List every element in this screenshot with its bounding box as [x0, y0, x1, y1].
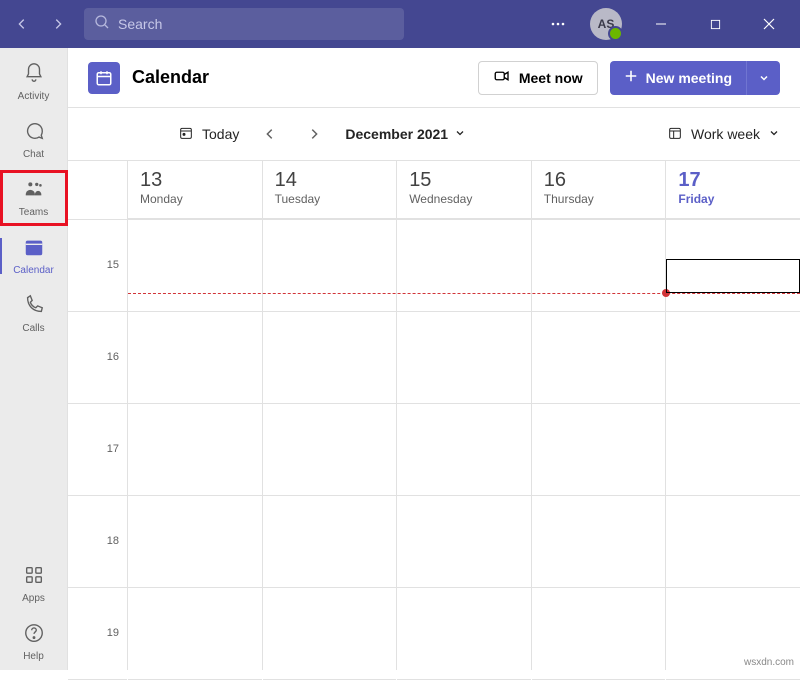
day-column[interactable]: 15Wednesday: [397, 161, 532, 670]
window-maximize-button[interactable]: [692, 0, 738, 48]
bell-icon: [23, 62, 45, 89]
calendar-toolbar: Today December 2021 Work week: [68, 108, 800, 160]
chevron-down-icon: [768, 126, 780, 142]
hour-label: 16: [107, 351, 119, 363]
current-time-indicator: [128, 293, 800, 294]
day-number: 16: [544, 169, 654, 192]
search-input[interactable]: Search: [84, 8, 404, 40]
day-column[interactable]: 13Monday: [128, 161, 263, 670]
hour-label: 15: [107, 259, 119, 271]
rail-label: Calls: [22, 323, 44, 334]
title-bar: Search AS: [0, 0, 800, 48]
chevron-down-icon: [454, 126, 466, 142]
new-meeting-split-button: New meeting: [610, 61, 780, 95]
day-header[interactable]: 14Tuesday: [263, 161, 397, 219]
day-column[interactable]: 14Tuesday: [263, 161, 398, 670]
month-picker[interactable]: December 2021: [345, 126, 466, 142]
calendar-content: Calendar Meet now New meeting Today: [68, 48, 800, 670]
day-name: Wednesday: [409, 192, 519, 206]
today-icon: [178, 125, 194, 144]
day-header[interactable]: 16Thursday: [532, 161, 666, 219]
rail-label: Teams: [19, 207, 48, 218]
search-icon: [94, 14, 110, 35]
plus-icon: [624, 69, 638, 86]
day-number: 13: [140, 169, 250, 192]
window-close-button[interactable]: [746, 0, 792, 48]
hour-label: 18: [107, 535, 119, 547]
day-header[interactable]: 15Wednesday: [397, 161, 531, 219]
prev-period-button[interactable]: [257, 121, 283, 147]
calendar-grid[interactable]: 1516171819 13Monday14Tuesday15Wednesday1…: [68, 160, 800, 670]
help-icon: [23, 622, 45, 649]
page-header: Calendar Meet now New meeting: [68, 48, 800, 108]
rail-label: Calendar: [13, 265, 54, 276]
rail-label: Activity: [18, 91, 50, 102]
meet-now-button[interactable]: Meet now: [478, 61, 598, 95]
phone-icon: [23, 294, 45, 321]
meet-now-label: Meet now: [519, 70, 583, 86]
rail-item-activity[interactable]: Activity: [0, 54, 68, 110]
view-icon: [667, 125, 683, 144]
rail-label: Help: [23, 651, 44, 662]
page-title: Calendar: [132, 67, 209, 88]
day-number: 14: [275, 169, 385, 192]
next-period-button[interactable]: [301, 121, 327, 147]
day-header[interactable]: 17Friday: [666, 161, 800, 219]
rail-item-teams[interactable]: Teams: [0, 170, 68, 226]
day-column[interactable]: 17Friday: [666, 161, 800, 670]
day-name: Friday: [678, 192, 788, 206]
avatar-initials: AS: [598, 17, 615, 31]
new-meeting-label: New meeting: [646, 70, 732, 86]
hour-label: 17: [107, 443, 119, 455]
watermark: wsxdn.com: [744, 657, 794, 668]
more-options-button[interactable]: [542, 16, 574, 32]
rail-label: Chat: [23, 149, 44, 160]
apps-icon: [23, 564, 45, 591]
view-picker[interactable]: Work week: [667, 125, 780, 144]
calendar-app-icon: [88, 62, 120, 94]
day-columns: 13Monday14Tuesday15Wednesday16Thursday17…: [128, 161, 800, 670]
rail-item-help[interactable]: Help: [0, 614, 68, 670]
day-name: Monday: [140, 192, 250, 206]
time-gutter: 15 16 17 18 19: [68, 161, 128, 670]
rail-label: Apps: [22, 593, 45, 604]
day-name: Thursday: [544, 192, 654, 206]
rail-item-apps[interactable]: Apps: [0, 556, 68, 612]
search-placeholder: Search: [118, 16, 162, 32]
new-meeting-button[interactable]: New meeting: [610, 61, 746, 95]
window-minimize-button[interactable]: [638, 0, 684, 48]
day-number: 17: [678, 169, 788, 192]
day-name: Tuesday: [275, 192, 385, 206]
day-column[interactable]: 16Thursday: [532, 161, 667, 670]
video-icon: [493, 67, 511, 88]
calendar-icon: [23, 236, 45, 263]
day-number: 15: [409, 169, 519, 192]
history-back-button[interactable]: [8, 10, 36, 38]
new-meeting-dropdown-button[interactable]: [746, 61, 780, 95]
today-label: Today: [202, 126, 239, 142]
hour-label: 19: [107, 627, 119, 639]
teams-icon: [23, 178, 45, 205]
rail-item-calls[interactable]: Calls: [0, 286, 68, 342]
chat-icon: [23, 120, 45, 147]
history-forward-button[interactable]: [44, 10, 72, 38]
user-avatar[interactable]: AS: [590, 8, 622, 40]
today-button[interactable]: Today: [178, 125, 239, 144]
rail-item-calendar[interactable]: Calendar: [0, 228, 68, 284]
app-rail: Activity Chat Teams Calendar Calls Apps …: [0, 48, 68, 670]
view-label: Work week: [691, 126, 760, 142]
rail-item-chat[interactable]: Chat: [0, 112, 68, 168]
selection-box[interactable]: [666, 259, 800, 293]
day-header[interactable]: 13Monday: [128, 161, 262, 219]
month-label: December 2021: [345, 126, 448, 142]
